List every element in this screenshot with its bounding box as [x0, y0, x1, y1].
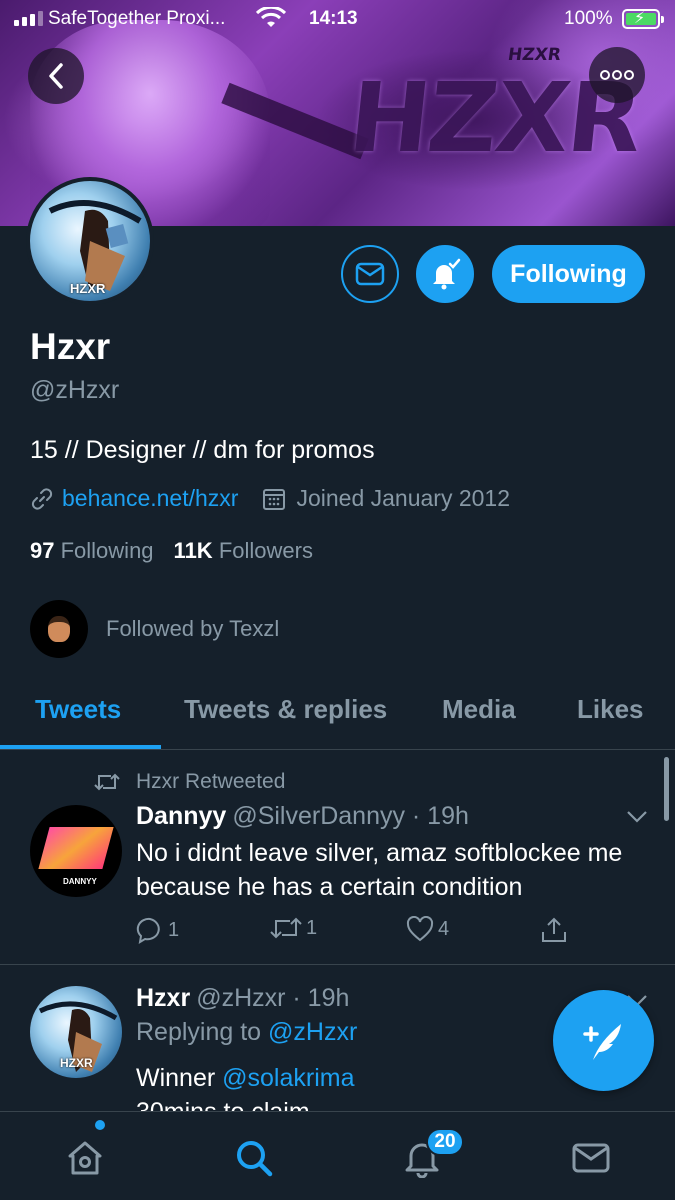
- followed-by-row[interactable]: Followed by Texzl: [30, 600, 279, 658]
- followed-by-text: Followed by Texzl: [106, 616, 280, 641]
- mail-icon: [355, 262, 385, 286]
- nav-messages[interactable]: [569, 1136, 613, 1180]
- tweet[interactable]: Hzxr Retweeted DANNYY Dannyy @SilverDanny…: [0, 750, 675, 965]
- tweet-text: No i didnt leave silver, amaz softblocke…: [136, 839, 623, 901]
- tweet-header: Dannyy @SilverDannyy · 19h: [136, 802, 469, 831]
- following-count: 97: [30, 538, 55, 563]
- tweet-actions: 1 1 4: [136, 916, 576, 950]
- home-new-content-dot: [95, 1120, 105, 1130]
- chevron-down-icon[interactable]: [626, 810, 648, 824]
- tab-media[interactable]: Media: [442, 694, 516, 725]
- profile-meta: behance.net/hzxr Joined January 2012: [30, 485, 510, 512]
- author-logo-mark: [38, 827, 114, 869]
- status-bar: SafeTogether Proxi... 14:13 100% ⚡: [0, 0, 675, 38]
- notifications-toggle-button[interactable]: [416, 245, 474, 303]
- retweet-label: Hzxr Retweeted: [136, 770, 286, 793]
- replying-to-mention[interactable]: @zHzxr: [268, 1018, 357, 1046]
- follow-counts: 97 Following 11K Followers: [30, 538, 313, 564]
- followers-count: 11K: [173, 538, 213, 563]
- followers-label: Followers: [218, 538, 313, 563]
- share-button[interactable]: [540, 916, 568, 944]
- tweet-author-avatar[interactable]: HZXR: [30, 986, 122, 1078]
- notifications-badge: 20: [426, 1128, 464, 1156]
- tab-likes[interactable]: Likes: [577, 694, 644, 725]
- back-arrow-icon: [49, 63, 63, 89]
- battery-percent: 100%: [564, 8, 613, 29]
- retweet-button[interactable]: 1: [270, 916, 317, 940]
- avatar-watermark: HZXR: [70, 281, 106, 296]
- tweet-text: Winner @solakrima: [136, 1064, 355, 1093]
- wifi-icon: [256, 7, 286, 27]
- tweet-author-name[interactable]: Dannyy: [136, 802, 226, 830]
- active-tab-indicator: [0, 745, 161, 749]
- following-label: Following: [60, 538, 154, 563]
- author-logo-text: DANNYY: [63, 877, 97, 886]
- status-time: 14:13: [309, 8, 358, 29]
- profile-bio: 15 // Designer // dm for promos: [30, 436, 375, 464]
- tweet-author-handle-time: @zHzxr · 19h: [196, 984, 350, 1012]
- more-icon: [600, 70, 634, 80]
- reply-icon: [136, 917, 160, 944]
- nav-home[interactable]: [63, 1136, 107, 1180]
- battery-icon: ⚡: [622, 9, 664, 29]
- tweet-text-prefix: Winner: [136, 1064, 216, 1092]
- profile-tabs: Tweets Tweets & replies Media Likes: [0, 688, 675, 750]
- retweet-icon: [94, 773, 120, 791]
- tweet-author-avatar[interactable]: DANNYY: [30, 805, 122, 897]
- replying-to: Replying to @zHzxr: [136, 1018, 357, 1047]
- like-count: 4: [438, 917, 450, 940]
- signal-icon: [14, 11, 43, 26]
- replying-to-prefix: Replying to: [136, 1018, 262, 1046]
- profile-joined-date: Joined January 2012: [296, 485, 511, 511]
- following-count-link[interactable]: 97 Following: [30, 538, 154, 564]
- tab-tweets[interactable]: Tweets: [35, 694, 121, 725]
- link-icon: [31, 487, 53, 510]
- bell-check-icon: [433, 258, 461, 290]
- share-icon: [542, 917, 566, 942]
- search-icon: [237, 1141, 273, 1177]
- tweet-author-handle-time: @SilverDannyy · 19h: [232, 802, 469, 830]
- like-button[interactable]: 4: [406, 916, 449, 942]
- follower-avatar: [30, 600, 88, 658]
- compose-icon: [582, 1023, 621, 1060]
- like-icon: [406, 916, 434, 942]
- tab-tweets-replies[interactable]: Tweets & replies: [184, 694, 387, 725]
- back-button[interactable]: [28, 48, 84, 104]
- profile-handle: @zHzxr: [30, 376, 120, 404]
- more-options-button[interactable]: [589, 47, 645, 103]
- reply-button[interactable]: 1: [136, 916, 179, 944]
- tweet-author-name[interactable]: Hzxr: [136, 984, 190, 1012]
- profile-avatar[interactable]: HZXR: [26, 177, 154, 305]
- tweet-text-next-line: 30mins to claim: [136, 1098, 310, 1111]
- calendar-icon: [263, 488, 286, 510]
- message-button[interactable]: [341, 245, 399, 303]
- retweet-icon: [270, 917, 302, 939]
- following-button[interactable]: Following: [492, 245, 645, 303]
- retweet-context: Hzxr Retweeted: [94, 770, 285, 794]
- avatar-watermark: HZXR: [60, 1056, 93, 1070]
- tweet-mention[interactable]: @solakrima: [222, 1064, 354, 1092]
- profile-website-link[interactable]: behance.net/hzxr: [62, 485, 238, 512]
- retweet-count: 1: [306, 916, 318, 939]
- messages-icon: [572, 1143, 610, 1173]
- home-icon: [68, 1141, 102, 1175]
- compose-tweet-button[interactable]: [553, 990, 654, 1091]
- carrier-name: SafeTogether Proxi...: [48, 8, 226, 29]
- tweet-header: Hzxr @zHzxr · 19h: [136, 984, 349, 1013]
- followers-count-link[interactable]: 11K Followers: [174, 538, 313, 564]
- reply-count: 1: [168, 918, 180, 941]
- nav-search[interactable]: [232, 1136, 276, 1180]
- profile-name: Hzxr: [30, 326, 111, 367]
